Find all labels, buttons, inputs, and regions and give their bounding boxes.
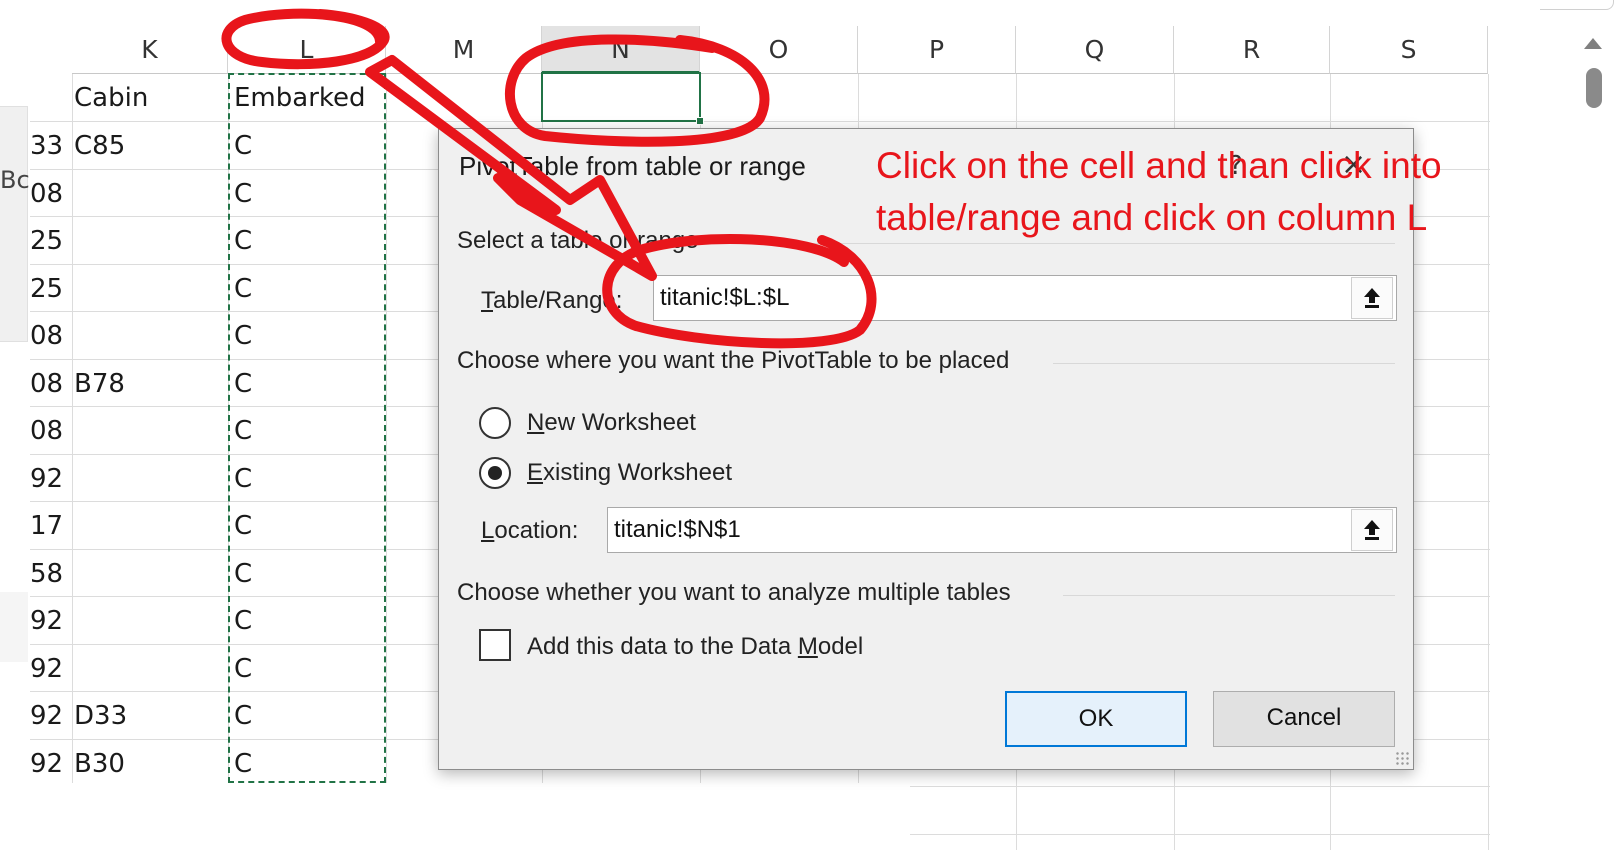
cell-k[interactable] <box>74 217 224 265</box>
location-label-rest: ocation: <box>494 517 579 544</box>
data-model-label[interactable]: Add this data to the Data Model <box>527 633 863 661</box>
separator <box>1053 363 1395 364</box>
data-model-checkbox[interactable] <box>479 629 511 661</box>
separator <box>1063 595 1395 596</box>
table-range-input[interactable]: titanic!$L:$L <box>653 275 1397 321</box>
column-header-p[interactable]: P <box>858 26 1016 74</box>
cell-j[interactable]: 08 <box>30 360 70 408</box>
column-header-s[interactable]: S <box>1330 26 1488 74</box>
cell-j[interactable]: 08 <box>30 407 70 455</box>
cell-k[interactable] <box>74 597 224 645</box>
copy-marquee-column-l <box>228 73 386 783</box>
data-model-label-b: odel <box>817 633 864 660</box>
collapse-arrow-icon <box>1364 288 1380 308</box>
cell-j[interactable]: 17 <box>30 502 70 550</box>
cell-k[interactable]: B78 <box>74 360 224 408</box>
cell-j[interactable]: 25 <box>30 217 70 265</box>
cell-k[interactable] <box>74 265 224 313</box>
cell-j[interactable]: 92 <box>30 597 70 645</box>
cancel-button[interactable]: Cancel <box>1213 691 1395 747</box>
table-range-collapse-button[interactable] <box>1351 277 1393 319</box>
location-input[interactable]: titanic!$N$1 <box>607 507 1397 553</box>
dialog-title: PivotTable from table or range <box>459 151 806 181</box>
cell-j[interactable]: 25 <box>30 265 70 313</box>
ok-button[interactable]: OK <box>1005 691 1187 747</box>
column-header-l[interactable]: L <box>228 26 386 74</box>
gridline-vertical <box>72 74 73 850</box>
cell-k[interactable] <box>74 645 224 693</box>
fill-handle[interactable] <box>696 117 704 125</box>
data-model-label-a: Add this data to the Data <box>527 633 798 660</box>
cell-j[interactable]: 33 <box>30 122 70 170</box>
annotation-line-2: table/range and click on column L <box>876 197 1428 238</box>
new-worksheet-label-rest: ew Worksheet <box>544 409 696 436</box>
cell-j[interactable]: 92 <box>30 645 70 693</box>
existing-worksheet-label[interactable]: Existing Worksheet <box>527 459 732 487</box>
cell-k1[interactable]: Cabin <box>74 74 224 122</box>
gridline-vertical <box>386 74 387 850</box>
sheet-blank-area <box>0 783 910 850</box>
cell-k[interactable] <box>74 407 224 455</box>
column-header-m[interactable]: M <box>386 26 542 74</box>
column-header-o[interactable]: O <box>700 26 858 74</box>
section-select-table: Select a table or range <box>457 227 699 254</box>
side-panel-stub <box>0 592 28 662</box>
column-header-q[interactable]: Q <box>1016 26 1174 74</box>
column-header-k[interactable]: K <box>72 26 228 74</box>
annotation-text: Click on the cell and than click into ta… <box>876 140 1442 244</box>
side-panel-text: Bc <box>0 166 30 194</box>
selected-cell-n1[interactable] <box>541 72 704 125</box>
column-header-n[interactable]: N <box>542 26 700 74</box>
radio-existing-worksheet[interactable] <box>479 457 511 489</box>
collapse-arrow-icon <box>1364 520 1380 540</box>
location-collapse-button[interactable] <box>1351 509 1393 551</box>
cell-k[interactable]: D33 <box>74 692 224 740</box>
location-label: Location: <box>481 517 579 544</box>
cell-j[interactable]: 58 <box>30 550 70 598</box>
scroll-thumb[interactable] <box>1586 68 1602 108</box>
cell-k[interactable] <box>74 170 224 218</box>
cell-k[interactable] <box>74 312 224 360</box>
new-worksheet-label[interactable]: New Worksheet <box>527 409 696 437</box>
table-range-label: Table/Range: <box>481 287 623 314</box>
cell-j[interactable]: 08 <box>30 312 70 360</box>
resize-grip-icon[interactable] <box>1395 751 1411 767</box>
annotation-line-1: Click on the cell and than click into <box>876 145 1442 186</box>
cell-k[interactable] <box>74 550 224 598</box>
cell-j[interactable]: 92 <box>30 740 70 788</box>
section-multiple-tables: Choose whether you want to analyze multi… <box>457 579 1011 606</box>
section-placement: Choose where you want the PivotTable to … <box>457 347 1010 374</box>
cell-k[interactable]: C85 <box>74 122 224 170</box>
vertical-scrollbar[interactable] <box>1574 26 1614 850</box>
side-panel-edge <box>0 106 28 342</box>
cell-k[interactable]: B30 <box>74 740 224 788</box>
cell-j[interactable]: 92 <box>30 692 70 740</box>
cell-j[interactable]: 08 <box>30 170 70 218</box>
cell-j[interactable]: 92 <box>30 455 70 503</box>
scroll-up-arrow-icon[interactable] <box>1584 38 1602 49</box>
radio-new-worksheet[interactable] <box>479 407 511 439</box>
cell-k[interactable] <box>74 455 224 503</box>
cell-k[interactable] <box>74 502 224 550</box>
header-strip <box>0 0 1540 26</box>
column-header-r[interactable]: R <box>1174 26 1330 74</box>
gridline-vertical <box>1488 74 1489 850</box>
table-range-label-rest: able/Range: <box>493 287 623 314</box>
existing-worksheet-label-rest: xisting Worksheet <box>543 459 732 486</box>
